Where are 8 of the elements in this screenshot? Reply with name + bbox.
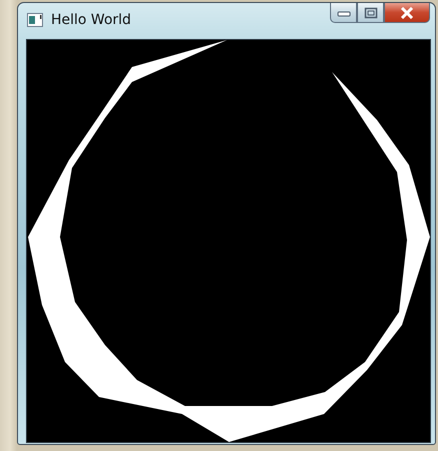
minimize-button[interactable] (330, 3, 357, 23)
maximize-icon (364, 6, 378, 18)
maximize-button[interactable] (357, 3, 384, 23)
close-button[interactable] (384, 3, 430, 23)
minimize-icon (336, 8, 350, 16)
window-title: Hello World (51, 11, 132, 29)
close-icon (399, 6, 415, 18)
window-icon (27, 13, 43, 27)
